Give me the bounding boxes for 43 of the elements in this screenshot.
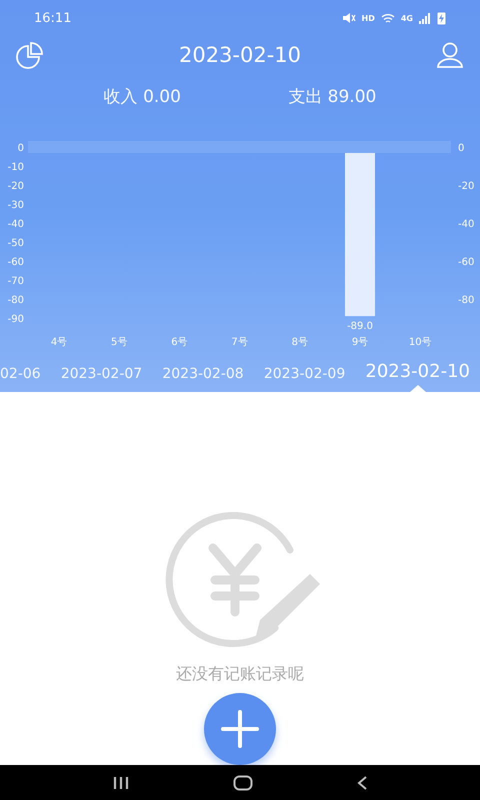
y-tick-label: -70 xyxy=(8,276,24,287)
y-tick-label: -20 xyxy=(8,181,24,192)
date-tab[interactable]: 2023-02-10 xyxy=(365,361,470,392)
y-tick-label: -90 xyxy=(8,314,24,325)
total-amount: 收入 0.00 xyxy=(104,86,181,108)
date-tab[interactable]: 2023-02-07 xyxy=(60,366,142,392)
y-tick-label: 0 xyxy=(18,143,24,154)
y-tick-label: -60 xyxy=(458,257,474,268)
total-amount: 支出 89.00 xyxy=(288,86,376,108)
x-tick-label: 9号 xyxy=(352,337,368,348)
y-tick-label: -80 xyxy=(8,295,24,306)
value-label: -89.0 xyxy=(347,321,373,332)
y-tick-label: -80 xyxy=(458,295,474,306)
pie-chart-icon[interactable] xyxy=(14,39,46,71)
x-tick-label: 6号 xyxy=(171,337,188,348)
y-tick-label: 0 xyxy=(458,143,464,154)
network-label: HD xyxy=(362,14,375,22)
battery-icon xyxy=(437,11,446,25)
y-tick-label: -10 xyxy=(8,162,24,173)
add-button[interactable] xyxy=(204,693,276,765)
plus-icon xyxy=(220,709,260,749)
mute-icon xyxy=(342,12,356,24)
x-tick-label: 5号 xyxy=(111,337,128,348)
status-time: 16:11 xyxy=(34,10,72,26)
signal-icon xyxy=(419,12,431,24)
date-tab[interactable]: 02-06 xyxy=(0,366,41,392)
x-tick-label: 8号 xyxy=(292,337,308,348)
x-tick-label: 4号 xyxy=(50,337,68,348)
date-tab[interactable]: 2023-02-08 xyxy=(162,366,244,392)
network-label: 4G xyxy=(400,14,413,22)
y-tick-label: -50 xyxy=(8,238,24,249)
selection-pointer-icon xyxy=(410,385,426,392)
x-tick-label: 10号 xyxy=(408,337,432,348)
date-tab[interactable]: 2023-02-09 xyxy=(264,366,346,392)
y-tick-label: -30 xyxy=(8,200,24,211)
date-title: 2023-02-10 xyxy=(178,43,302,67)
wifi-icon xyxy=(380,12,395,24)
y-tick-label: -40 xyxy=(458,219,474,230)
x-tick-label: 7号 xyxy=(231,337,248,348)
y-tick-label: -40 xyxy=(8,219,24,230)
empty-message: 还没有记账记录呢 xyxy=(176,664,304,685)
y-tick-label: -20 xyxy=(458,181,474,192)
y-tick-label: -60 xyxy=(8,257,24,268)
